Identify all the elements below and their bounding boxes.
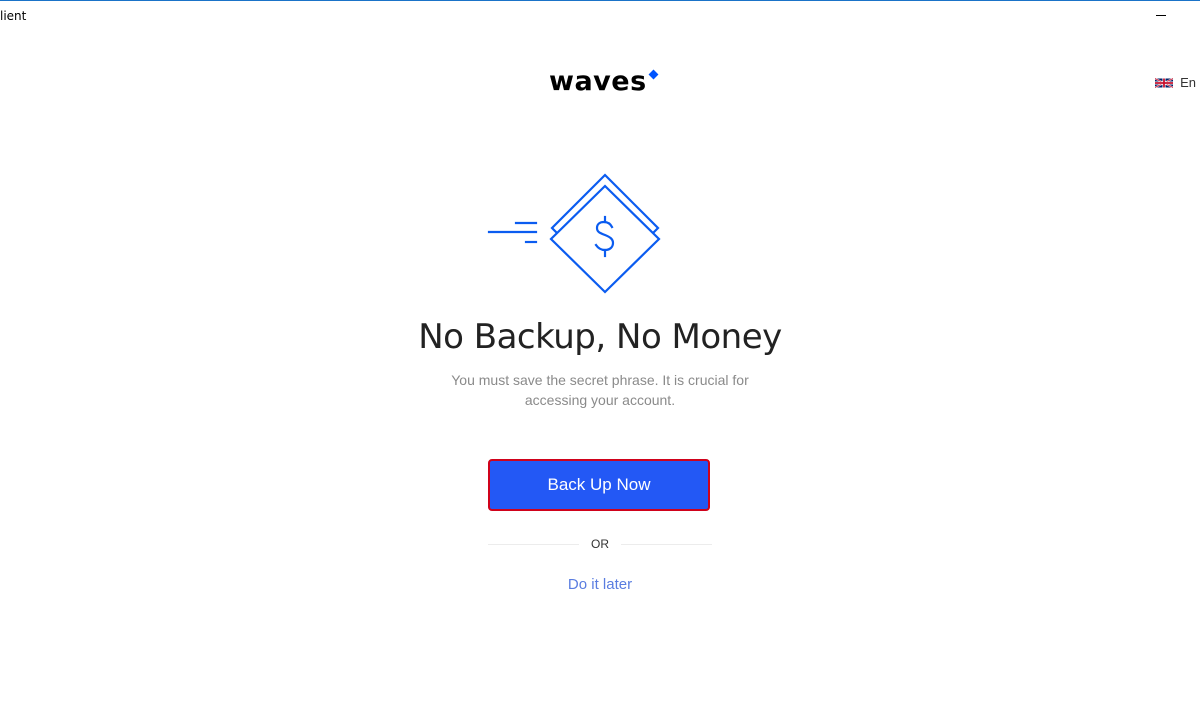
logo-diamond-icon bbox=[648, 69, 659, 80]
logo-text: waves bbox=[549, 66, 647, 97]
subtitle-line-2: accessing your account. bbox=[524, 392, 676, 408]
window-title: lient bbox=[0, 9, 27, 23]
title-bar: lient bbox=[0, 1, 1200, 31]
divider-text: OR bbox=[591, 537, 609, 551]
minimize-icon bbox=[1156, 15, 1166, 16]
divider-line-right bbox=[621, 543, 712, 545]
or-divider: OR bbox=[488, 535, 712, 553]
do-it-later-link[interactable]: Do it later bbox=[568, 576, 632, 593]
do-it-later-container: Do it later bbox=[0, 576, 1200, 593]
uk-flag-icon bbox=[1155, 77, 1174, 88]
waves-logo: waves bbox=[549, 65, 659, 99]
divider-line-left bbox=[488, 543, 579, 545]
language-switcher[interactable]: En bbox=[1155, 75, 1196, 90]
subtitle-line-1: You must save the secret phrase. It is c… bbox=[451, 372, 749, 388]
subtitle: You must save the secret phrase. It is c… bbox=[400, 370, 800, 410]
page-title: No Backup, No Money bbox=[418, 317, 782, 357]
language-label: En bbox=[1180, 75, 1196, 90]
app-window: lient waves En No Backup, No Money You m… bbox=[0, 0, 1200, 717]
back-up-now-button[interactable]: Back Up Now bbox=[488, 459, 710, 511]
minimize-button[interactable] bbox=[1150, 5, 1174, 25]
money-diamond-icon bbox=[487, 173, 661, 294]
